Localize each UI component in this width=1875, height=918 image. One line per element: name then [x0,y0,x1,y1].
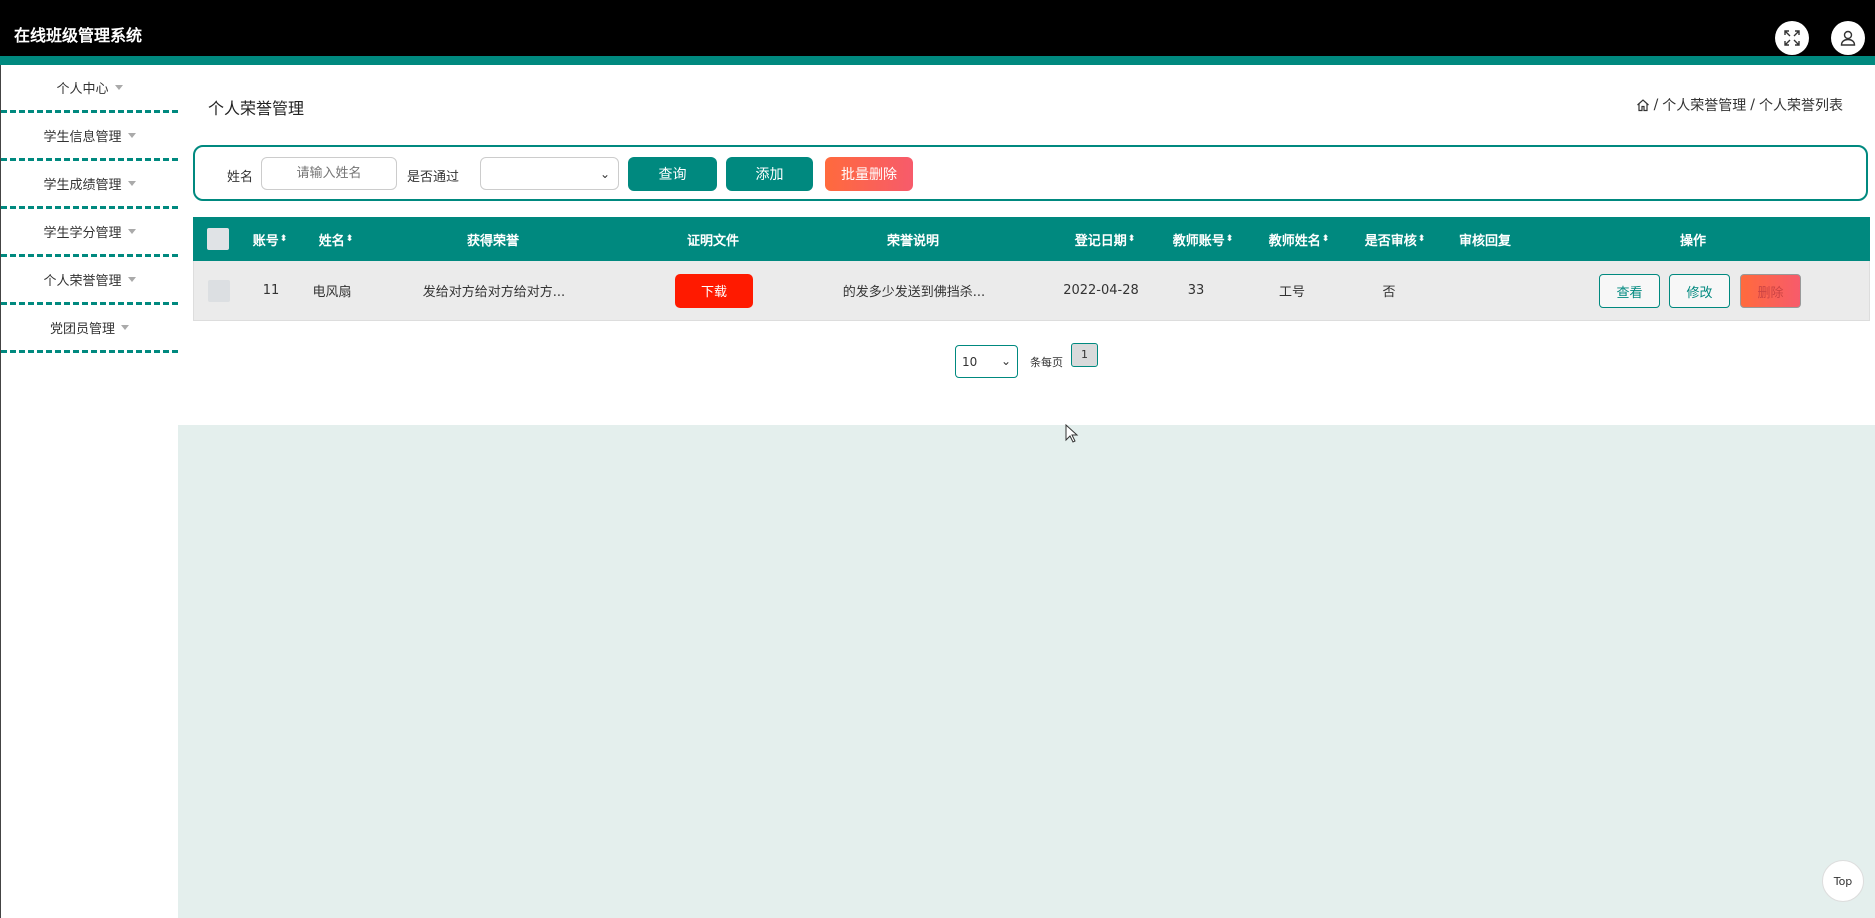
col-header-date[interactable]: 登记日期 ⬍ [1055,217,1155,261]
batch-delete-button[interactable]: 批量删除 [825,157,913,191]
app-title: 在线班级管理系统 [14,26,143,45]
chevron-down-icon: ⌄ [1000,354,1011,368]
delete-button[interactable]: 删除 [1740,274,1801,308]
expand-icon [1784,30,1800,46]
caret-down-icon [114,85,123,90]
per-page-label: 条每页 [1030,355,1063,369]
cell-proof: 下载 [674,261,754,320]
breadcrumb-item[interactable]: 个人荣誉管理 [1662,95,1746,115]
sidebar-item-label: 党团员管理 [49,322,115,337]
sidebar-item-student-credits[interactable]: 学生学分管理 [1,209,178,257]
breadcrumb: / 个人荣誉管理 / 个人荣誉列表 [1636,95,1843,115]
name-label: 姓名 [227,170,254,185]
col-header-desc: 荣誉说明 [886,233,939,249]
view-button[interactable]: 查看 [1599,274,1660,308]
cell-teacher-name: 工号 [1278,285,1305,300]
col-header-reviewed[interactable]: 是否审核 ⬍ [1355,217,1435,261]
user-icon [1840,30,1856,46]
caret-down-icon [121,325,129,330]
col-header-teacher-account[interactable]: 教师账号 ⬍ [1163,217,1243,261]
user-button[interactable] [1831,21,1865,55]
select-all-checkbox[interactable] [207,217,229,261]
sidebar-item-personal-honor[interactable]: 个人荣誉管理 [1,257,178,305]
col-header-honor: 获得荣誉 [466,233,519,249]
col-header-reply: 审核回复 [1458,233,1511,249]
sort-icon: ⬍ [1225,234,1234,244]
sidebar-item-label: 个人荣誉管理 [43,274,122,289]
sidebar-item-label: 个人中心 [56,82,109,97]
col-header-teacher-name[interactable]: 教师姓名 ⬍ [1259,217,1339,261]
sidebar-item-personal-center[interactable]: 个人中心 [1,65,178,113]
row-checkbox[interactable] [208,261,230,320]
search-panel: 姓名 是否通过 ⌄ 查询 添加 批量删除 [193,145,1868,201]
caret-down-icon [127,181,136,186]
page-size-value: 10 [962,354,978,369]
content-background [178,425,1875,918]
cell-name: 电风扇 [312,285,352,300]
caret-down-icon [127,229,136,234]
page-size-select[interactable]: 10 ⌄ [955,345,1018,378]
breadcrumb-separator: / [1750,97,1755,113]
cell-honor: 发给对方给对方给对方... [422,285,566,300]
pass-label: 是否通过 [407,170,460,185]
pass-select[interactable]: ⌄ [480,157,619,190]
query-button[interactable]: 查询 [628,157,717,191]
honor-table: 账号 ⬍ 姓名 ⬍ 获得荣誉 证明文件 荣誉说明 登记日期 ⬍ 教师账号 ⬍ 教师姓名 ⬍… [193,217,1870,321]
col-header-account[interactable]: 账号 ⬍ [247,217,293,261]
mouse-cursor-icon [1065,424,1079,443]
breadcrumb-separator: / [1653,97,1659,113]
edit-button[interactable]: 修改 [1669,274,1730,308]
table-header: 账号 ⬍ 姓名 ⬍ 获得荣誉 证明文件 荣誉说明 登记日期 ⬍ 教师账号 ⬍ 教师姓名 ⬍… [193,217,1870,261]
back-to-top-button[interactable]: Top [1822,860,1864,902]
table-row: 11 电风扇 发给对方给对方给对方... 下载 的发多少发送到佛挡杀... 20… [193,261,1870,321]
sort-icon: ⬍ [279,234,288,244]
col-header-name[interactable]: 姓名 ⬍ [311,217,361,261]
breadcrumb-item: 个人荣誉列表 [1759,98,1843,114]
sort-icon: ⬍ [1417,234,1426,244]
sidebar-item-student-grades[interactable]: 学生成绩管理 [1,161,178,209]
col-header-proof: 证明文件 [686,233,739,249]
page-number-button[interactable]: 1 [1071,342,1098,367]
cell-reviewed: 否 [1382,285,1396,300]
download-button[interactable]: 下载 [675,273,753,308]
main-content: 个人荣誉管理 / 个人荣誉管理 / 个人荣誉列表 姓名 是否通过 ⌄ 查询 添加… [178,65,1875,425]
sort-icon: ⬍ [345,234,354,244]
sidebar-item-student-info[interactable]: 学生信息管理 [1,113,178,161]
sort-icon: ⬍ [1127,234,1136,244]
pagination: 10 ⌄ 条每页 1 [955,342,1098,378]
cell-reply [1446,261,1526,320]
header-stripe [0,56,1875,65]
page-title: 个人荣誉管理 [208,99,305,118]
sort-icon: ⬍ [1321,234,1330,244]
cell-date: 2022-04-28 [1063,283,1139,298]
sidebar-item-label: 学生学分管理 [43,226,122,241]
cell-teacher-account: 33 [1187,283,1205,298]
chevron-down-icon: ⌄ [599,167,610,181]
top-bar: 在线班级管理系统 [0,0,1875,56]
sidebar-item-label: 学生成绩管理 [43,178,122,193]
name-search-input[interactable] [261,157,397,190]
cell-desc: 的发多少发送到佛挡杀... [842,285,986,300]
caret-down-icon [127,277,136,282]
sidebar: 个人中心 学生信息管理 学生成绩管理 学生学分管理 个人荣誉管理 党团员管理 [0,65,178,918]
col-header-actions: 操作 [1679,233,1706,249]
add-button[interactable]: 添加 [726,157,813,191]
sidebar-item-label: 学生信息管理 [43,130,122,145]
sidebar-item-party-members[interactable]: 党团员管理 [1,305,178,353]
fullscreen-button[interactable] [1775,21,1809,55]
home-icon[interactable] [1636,98,1650,112]
cell-account: 11 [262,283,280,298]
caret-down-icon [127,133,136,138]
